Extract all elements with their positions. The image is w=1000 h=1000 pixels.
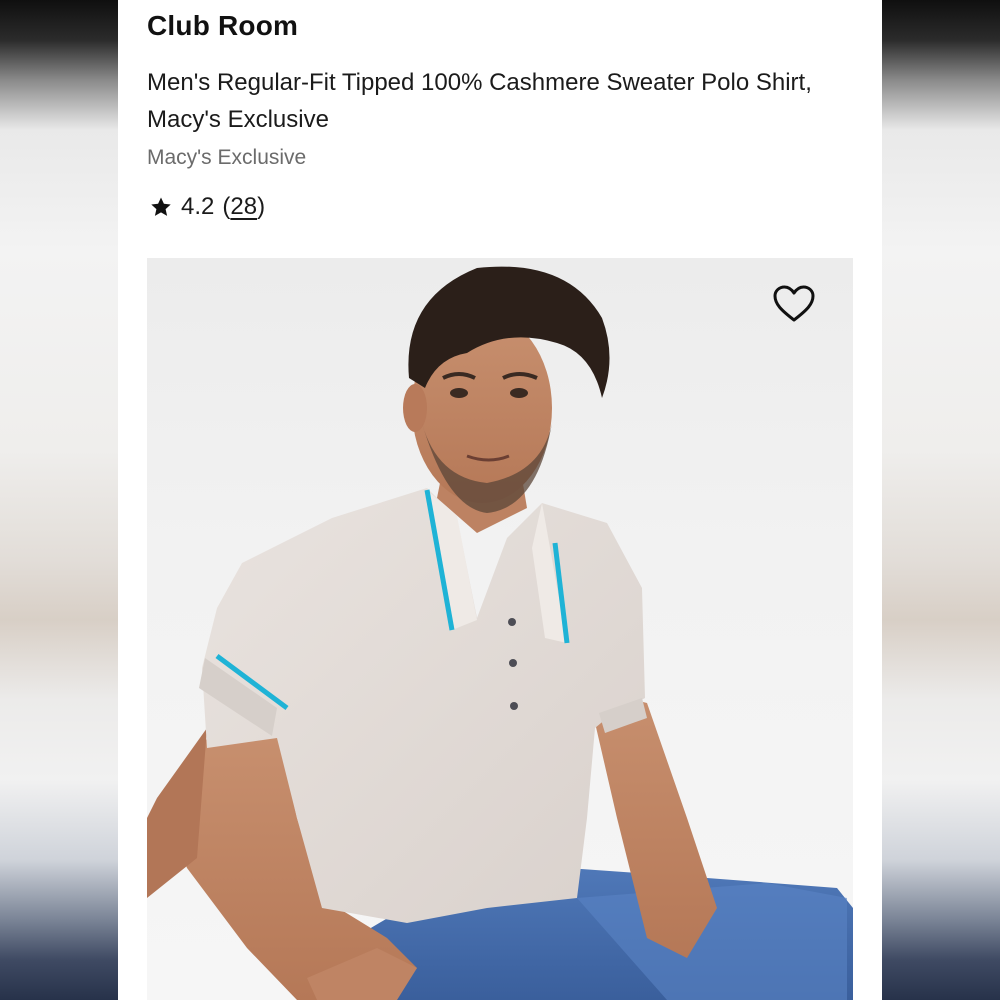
exclusive-label: Macy's Exclusive: [147, 146, 307, 169]
rating-close-paren: ): [257, 193, 266, 220]
rating-open-paren: (: [222, 193, 231, 220]
product-title[interactable]: Men's Regular-Fit Tipped 100% Cashmere S…: [147, 64, 827, 138]
blurred-background-left: [0, 0, 118, 1000]
rating: 4.2 ( 28 ): [149, 193, 265, 221]
blurred-background-right: [882, 0, 1000, 1000]
brand-name[interactable]: Club Room: [147, 10, 298, 42]
heart-icon: [773, 285, 815, 322]
product-image[interactable]: [147, 258, 853, 1000]
rating-value: 4.2: [181, 193, 215, 220]
product-photo: [147, 266, 853, 1000]
favorite-button[interactable]: [771, 284, 817, 324]
product-card: Club Room Men's Regular-Fit Tipped 100% …: [118, 0, 882, 1000]
star-icon: [151, 197, 171, 216]
review-count-link[interactable]: 28: [230, 193, 257, 221]
